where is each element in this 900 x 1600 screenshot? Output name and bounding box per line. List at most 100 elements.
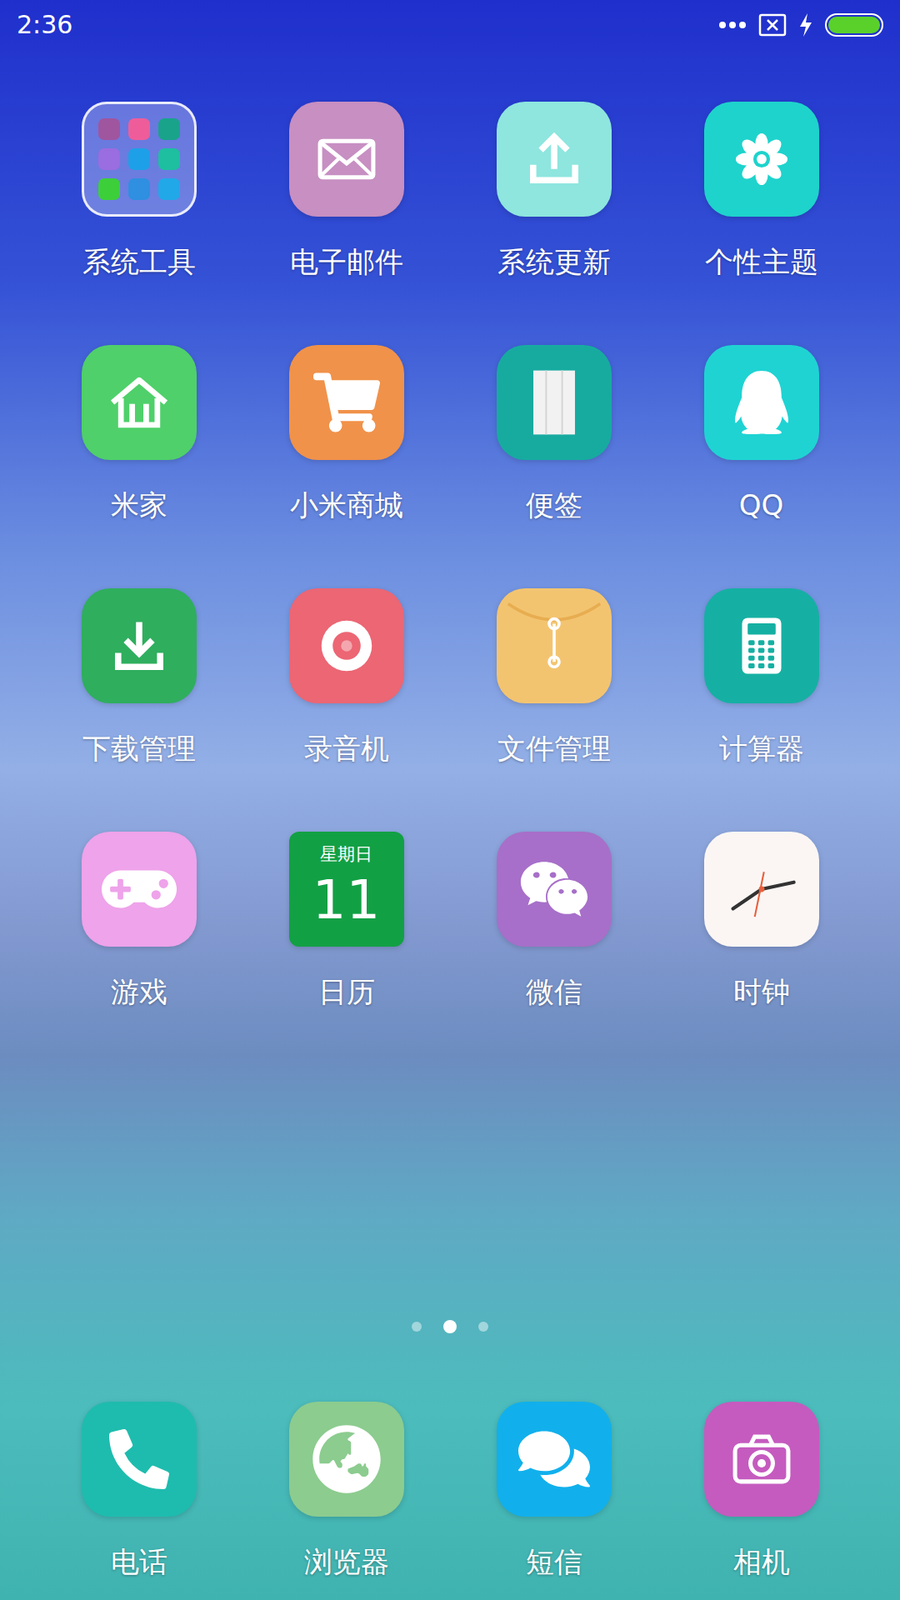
app-tile[interactable] [289, 345, 405, 460]
app-label: 电话 [110, 1545, 168, 1579]
house-icon [104, 367, 175, 438]
app-tile[interactable] [81, 831, 197, 947]
app-label: 下载管理 [82, 731, 196, 765]
envelope-icon [311, 124, 382, 195]
app-label: 浏览器 [304, 1545, 390, 1579]
app-label: 系统更新 [497, 245, 611, 279]
app-tile[interactable] [704, 345, 820, 460]
app-tile[interactable] [704, 1401, 820, 1517]
message-icon [518, 1423, 590, 1495]
app-tile[interactable] [496, 1401, 612, 1517]
app-tile[interactable] [289, 588, 405, 704]
cart-icon [313, 369, 380, 436]
app-label: 时钟 [733, 975, 790, 1009]
app-tile[interactable] [496, 831, 612, 947]
mini-app-icon [98, 148, 120, 170]
dock-shortcut[interactable]: 浏览器 [242, 1401, 450, 1579]
app-label: 微信 [525, 975, 583, 1009]
app-tile[interactable] [704, 101, 820, 217]
battery-fill [828, 16, 880, 34]
app-grid: 系统工具电子邮件 系统更新 个性主题米家 小米商城 便签 QQ 下载管理 录音机 文件管理 计算器… [0, 101, 900, 1009]
calendar-tile[interactable]: 星期日 11 [289, 831, 405, 947]
app-shortcut[interactable]: 个性主题 [657, 101, 865, 279]
file-icon [504, 595, 605, 696]
app-tile[interactable] [289, 1401, 405, 1517]
battery [825, 13, 884, 37]
record-icon [311, 610, 382, 681]
clock-icon [704, 831, 820, 947]
clock-tile[interactable] [704, 831, 820, 947]
app-label: 短信 [525, 1545, 583, 1579]
page-indicator [0, 1318, 900, 1335]
app-label: 录音机 [304, 731, 390, 765]
upload-icon [519, 124, 590, 195]
penguin-icon [730, 370, 794, 435]
flower-icon [726, 124, 797, 195]
app-label: 小米商城 [290, 488, 404, 522]
app-label: 日历 [318, 975, 375, 1009]
app-label: 相机 [733, 1545, 790, 1579]
app-label: QQ [739, 488, 785, 522]
app-label: 文件管理 [497, 731, 611, 765]
app-shortcut[interactable]: 下载管理 [35, 588, 243, 765]
app-tile[interactable] [81, 588, 197, 704]
app-shortcut[interactable]: 时钟 [657, 831, 865, 1009]
page-dot[interactable] [443, 1320, 457, 1334]
dock-shortcut[interactable]: 相机 [657, 1401, 865, 1579]
day-number: 11 [312, 868, 380, 932]
mini-app-icon [98, 118, 120, 140]
app-shortcut[interactable]: 微信 [450, 831, 658, 1009]
app-shortcut[interactable]: 便签 [450, 345, 658, 522]
mini-app-icon [158, 148, 180, 170]
gamepad-icon [101, 851, 177, 927]
app-shortcut[interactable]: 系统更新 [450, 101, 658, 279]
app-shortcut[interactable]: 小米商城 [242, 345, 450, 522]
app-label: 便签 [525, 488, 583, 522]
dock: 电话 浏览器 短信 相机 [0, 1401, 900, 1600]
mini-app-icon [98, 178, 120, 200]
app-shortcut[interactable]: 星期日 11 日历 [242, 831, 450, 1009]
mini-app-icon [128, 148, 150, 170]
charging-bolt-icon [798, 12, 814, 38]
app-label: 电子邮件 [290, 245, 404, 279]
dock-shortcut[interactable]: 电话 [35, 1401, 243, 1579]
app-label: 计算器 [719, 731, 805, 765]
mini-app-icon [128, 178, 150, 200]
app-shortcut[interactable]: 电子邮件 [242, 101, 450, 279]
app-label: 个性主题 [705, 245, 819, 279]
phone-icon [109, 1429, 170, 1490]
note-icon [514, 362, 595, 443]
app-shortcut[interactable]: 系统工具 [35, 101, 243, 279]
page-dot[interactable] [411, 1321, 422, 1332]
mini-app-icon [158, 178, 180, 200]
globe-icon [311, 1424, 382, 1495]
app-tile[interactable] [496, 345, 612, 460]
status-time: 2:36 [16, 10, 73, 40]
status-bar: 2:36 [0, 0, 900, 50]
app-shortcut[interactable]: 录音机 [242, 588, 450, 765]
app-label: 米家 [110, 488, 168, 522]
app-tile[interactable] [81, 1401, 197, 1517]
app-label: 游戏 [110, 975, 168, 1009]
app-tile[interactable] [81, 345, 197, 460]
app-shortcut[interactable]: 文件管理 [450, 588, 658, 765]
mini-app-icon [158, 118, 180, 140]
weekday: 星期日 [320, 843, 373, 865]
camera-icon [726, 1424, 797, 1495]
page-dot[interactable] [478, 1321, 489, 1332]
app-shortcut[interactable]: 计算器 [657, 588, 865, 765]
home-screen: 2:36 系统工具电子邮件 系统更新 个性主题米家 小米商城 便签 QQ 下载管理 录音机 文件管… [0, 0, 900, 1600]
dock-shortcut[interactable]: 短信 [450, 1401, 658, 1579]
folder-tile[interactable] [81, 101, 197, 217]
app-tile[interactable] [496, 588, 612, 704]
app-tile[interactable] [289, 101, 405, 217]
mini-app-icon [128, 118, 150, 140]
app-shortcut[interactable]: QQ [657, 345, 865, 522]
calculator-icon [726, 610, 797, 681]
app-shortcut[interactable]: 游戏 [35, 831, 243, 1009]
app-tile[interactable] [496, 101, 612, 217]
no-sim-icon [758, 13, 787, 37]
chat-bubbles-icon [519, 854, 590, 925]
app-shortcut[interactable]: 米家 [35, 345, 243, 522]
app-tile[interactable] [704, 588, 820, 704]
